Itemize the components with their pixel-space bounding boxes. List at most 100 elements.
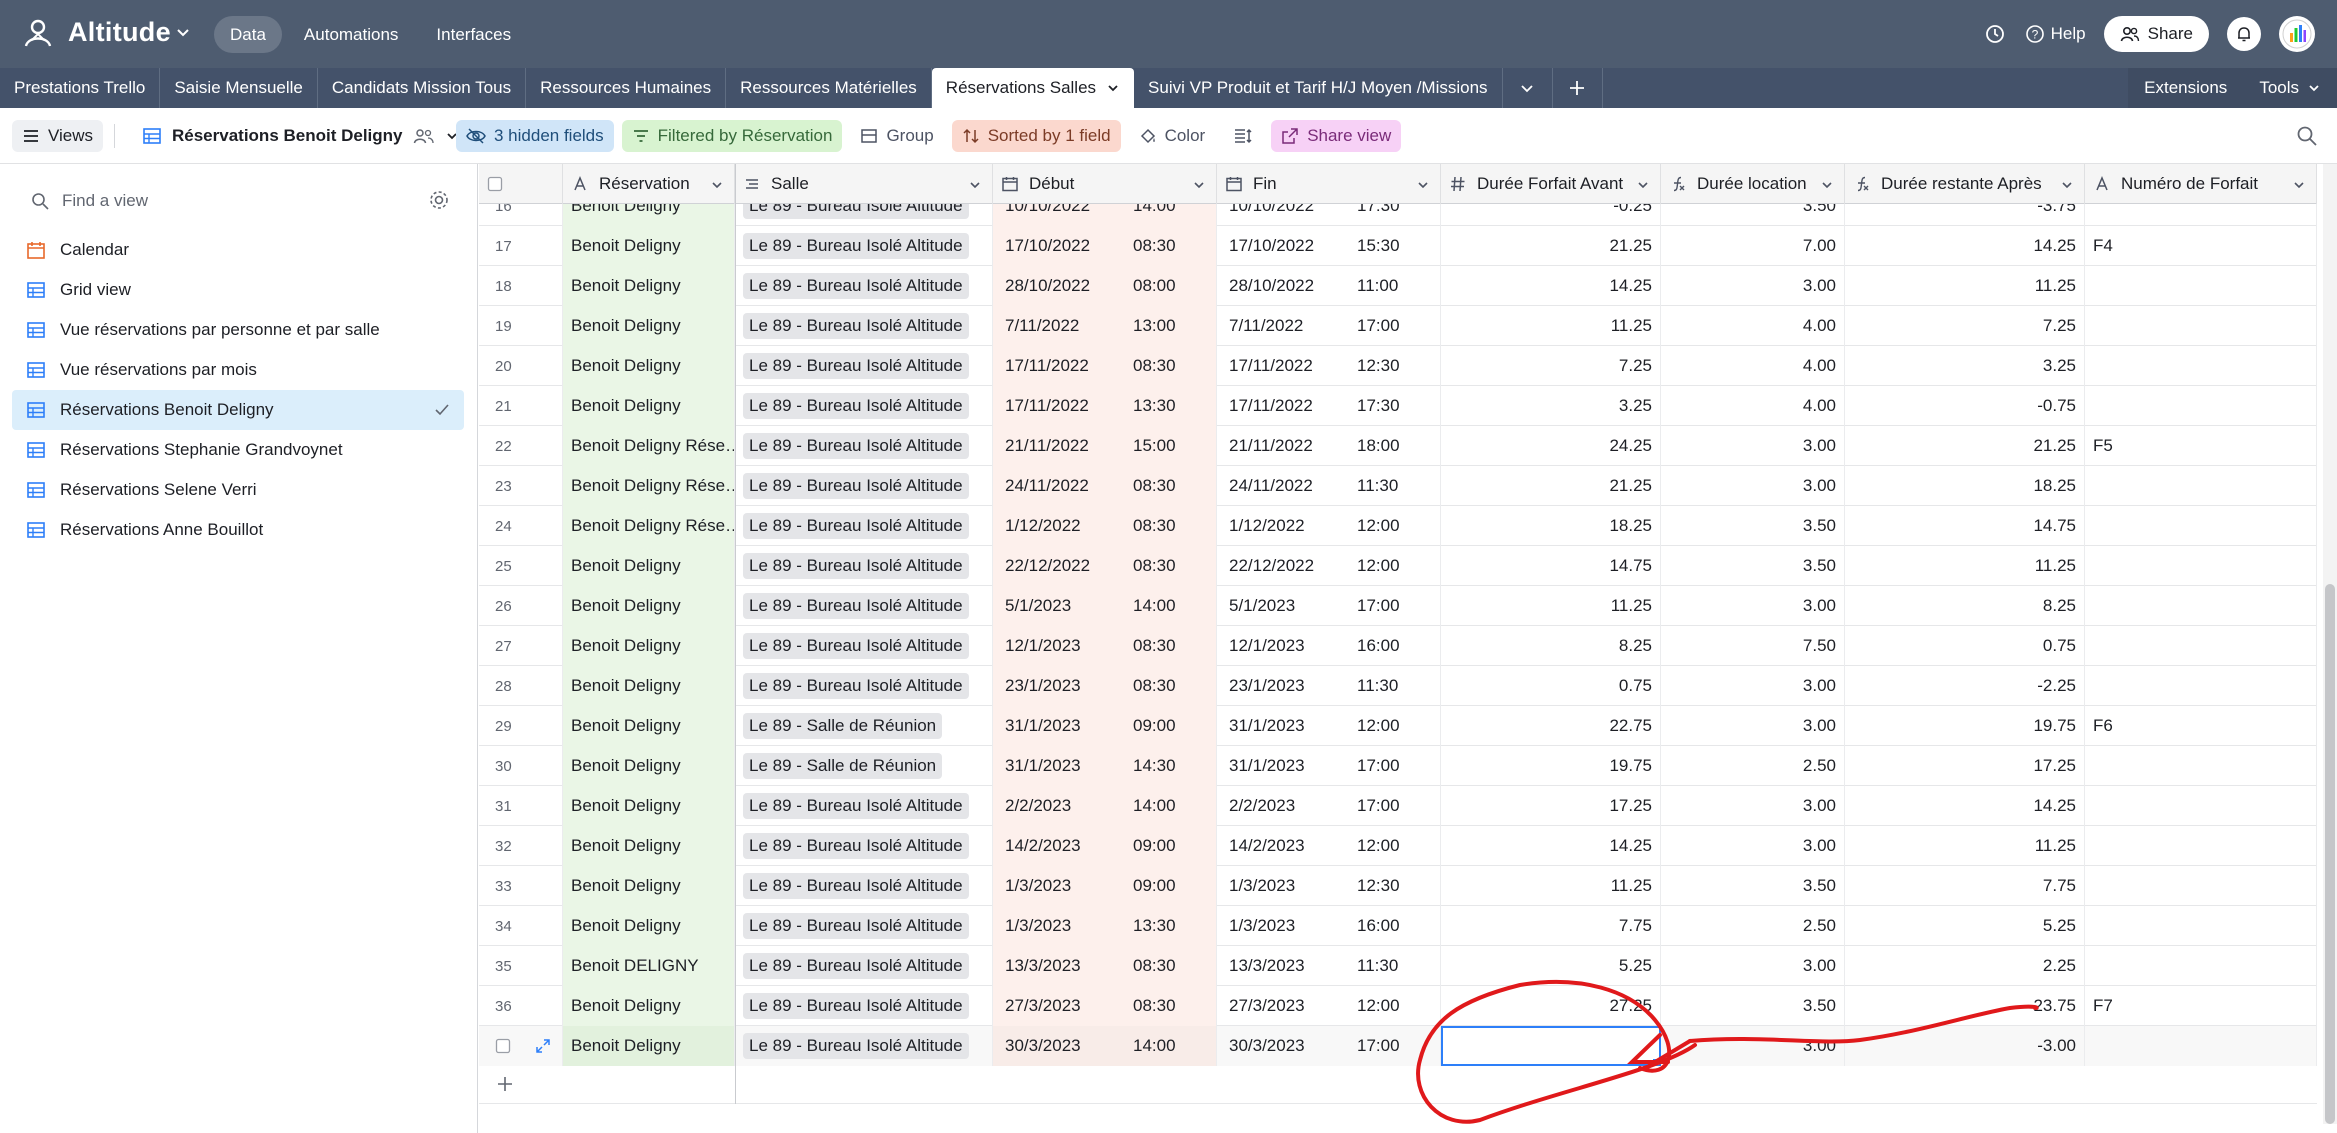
cell-duree-restante-apres[interactable]: 7.25 [1845, 306, 2085, 346]
chevron-down-icon[interactable] [1192, 178, 1206, 192]
search-icon[interactable] [2295, 124, 2319, 148]
cell-fin[interactable]: 13/3/2023 11:30 [1217, 946, 1441, 986]
cell-duree-restante-apres[interactable]: -3.00 [1845, 1026, 2085, 1066]
table-row[interactable]: 29 Benoit Deligny Le 89 - Salle de Réunion… [479, 706, 2317, 746]
cell-fin[interactable]: 21/11/2022 18:00 [1217, 426, 1441, 466]
cell-debut[interactable]: 2/2/2023 14:00 [993, 786, 1217, 826]
cell-reservation[interactable]: Benoit Deligny [563, 346, 735, 386]
cell-reservation[interactable]: Benoit Deligny [563, 1026, 735, 1066]
cell-reservation[interactable]: Benoit Deligny [563, 546, 735, 586]
cell-duree-restante-apres[interactable]: 11.25 [1845, 826, 2085, 866]
cell-duree-location[interactable]: 2.50 [1661, 746, 1845, 786]
cell-duree-forfait-avant[interactable]: 11.25 [1441, 586, 1661, 626]
cell-duree-location[interactable]: 7.50 [1661, 626, 1845, 666]
color-button[interactable]: Color [1129, 120, 1216, 152]
cell-duree-location[interactable]: 3.00 [1661, 1026, 1845, 1066]
nav-interfaces[interactable]: Interfaces [420, 16, 527, 53]
cell-numero-de-forfait[interactable]: F5 [2085, 426, 2317, 466]
cell-fin[interactable]: 10/10/2022 17:30 [1217, 204, 1441, 226]
cell-debut[interactable]: 22/12/2022 08:30 [993, 546, 1217, 586]
cell-duree-forfait-avant[interactable]: 7.25 [1441, 346, 1661, 386]
linked-record-chip[interactable]: Le 89 - Bureau Isolé Altitude [743, 273, 969, 299]
linked-record-chip[interactable]: Le 89 - Bureau Isolé Altitude [743, 633, 969, 659]
table-row[interactable]: 20 Benoit Deligny Le 89 - Bureau Isolé Alt… [479, 346, 2317, 386]
cell-duree-location[interactable]: 3.00 [1661, 586, 1845, 626]
cell-duree-forfait-avant[interactable]: 11.25 [1441, 306, 1661, 346]
table-row[interactable]: 19 Benoit Deligny Le 89 - Bureau Isolé Alt… [479, 306, 2317, 346]
cell-salle[interactable]: Le 89 - Bureau Isolé Altitude [735, 626, 993, 666]
group-button[interactable]: Group [850, 120, 943, 152]
chevron-down-icon[interactable] [968, 178, 982, 192]
history-icon[interactable] [1983, 22, 2007, 46]
chevron-down-icon[interactable] [174, 23, 192, 41]
row-checkbox[interactable] [495, 1038, 511, 1054]
cell-fin[interactable]: 14/2/2023 12:00 [1217, 826, 1441, 866]
table-row[interactable]: 27 Benoit Deligny Le 89 - Bureau Isolé Alt… [479, 626, 2317, 666]
linked-record-chip[interactable]: Le 89 - Bureau Isolé Altitude [743, 313, 969, 339]
cell-duree-restante-apres[interactable]: 0.75 [1845, 626, 2085, 666]
table-row[interactable]: 32 Benoit Deligny Le 89 - Bureau Isolé Alt… [479, 826, 2317, 866]
linked-record-chip[interactable]: Le 89 - Bureau Isolé Altitude [743, 553, 969, 579]
linked-record-chip[interactable]: Le 89 - Bureau Isolé Altitude [743, 873, 969, 899]
cell-duree-forfait-avant[interactable]: 11.25 [1441, 866, 1661, 906]
cell-numero-de-forfait[interactable] [2085, 946, 2317, 986]
cell-duree-forfait-avant[interactable]: 3.25 [1441, 386, 1661, 426]
linked-record-chip[interactable]: Le 89 - Bureau Isolé Altitude [743, 393, 969, 419]
tab-saisie-mensuelle[interactable]: Saisie Mensuelle [160, 68, 318, 108]
linked-record-chip[interactable]: Le 89 - Bureau Isolé Altitude [743, 473, 969, 499]
chevron-down-icon[interactable] [1636, 178, 1650, 192]
cell-salle[interactable]: Le 89 - Salle de Réunion [735, 706, 993, 746]
cell-duree-forfait-avant[interactable]: 17.25 [1441, 786, 1661, 826]
cell-debut[interactable]: 17/11/2022 13:30 [993, 386, 1217, 426]
cell-numero-de-forfait[interactable] [2085, 346, 2317, 386]
cell-duree-restante-apres[interactable]: 17.25 [1845, 746, 2085, 786]
table-row[interactable]: Benoit Deligny Le 89 - Bureau Isolé Altit… [479, 1026, 2317, 1066]
cell-numero-de-forfait[interactable] [2085, 786, 2317, 826]
cell-reservation[interactable]: Benoit Deligny [563, 266, 735, 306]
cell-reservation[interactable]: Benoit Deligny [563, 786, 735, 826]
linked-record-chip[interactable]: Le 89 - Bureau Isolé Altitude [743, 673, 969, 699]
chevron-down-icon[interactable] [2060, 178, 2074, 192]
cell-numero-de-forfait[interactable] [2085, 746, 2317, 786]
extensions-button[interactable]: Extensions [2128, 68, 2243, 108]
view-item-anne-bouillot[interactable]: Réservations Anne Bouillot [12, 510, 464, 550]
base-name[interactable]: Altitude [68, 17, 171, 48]
cell-salle[interactable]: Le 89 - Bureau Isolé Altitude [735, 666, 993, 706]
cell-numero-de-forfait[interactable]: F6 [2085, 706, 2317, 746]
cell-duree-forfait-avant[interactable]: 14.75 [1441, 546, 1661, 586]
linked-record-chip[interactable]: Le 89 - Bureau Isolé Altitude [743, 353, 969, 379]
cell-debut[interactable]: 12/1/2023 08:30 [993, 626, 1217, 666]
cell-duree-restante-apres[interactable]: 14.75 [1845, 506, 2085, 546]
nav-data[interactable]: Data [214, 16, 282, 53]
cell-duree-forfait-avant[interactable]: 21.25 [1441, 466, 1661, 506]
cell-debut[interactable]: 14/2/2023 09:00 [993, 826, 1217, 866]
cell-debut[interactable]: 13/3/2023 08:30 [993, 946, 1217, 986]
cell-reservation[interactable]: Benoit Deligny [563, 306, 735, 346]
tab-suivi-vp-produit[interactable]: Suivi VP Produit et Tarif H/J Moyen /Mis… [1134, 68, 1503, 108]
cell-numero-de-forfait[interactable] [2085, 266, 2317, 306]
cell-duree-location[interactable]: 3.50 [1661, 986, 1845, 1026]
column-header-reservation[interactable]: Réservation [563, 164, 735, 204]
user-avatar[interactable] [2279, 16, 2315, 52]
view-item-selene-verri[interactable]: Réservations Selene Verri [12, 470, 464, 510]
cell-fin[interactable]: 31/1/2023 17:00 [1217, 746, 1441, 786]
cell-numero-de-forfait[interactable] [2085, 204, 2317, 226]
table-row[interactable]: 18 Benoit Deligny Le 89 - Bureau Isolé Alt… [479, 266, 2317, 306]
cell-debut[interactable]: 10/10/2022 14:00 [993, 204, 1217, 226]
select-all-checkbox[interactable] [487, 176, 503, 192]
cell-debut[interactable]: 5/1/2023 14:00 [993, 586, 1217, 626]
table-row[interactable]: 16 Benoit Deligny Le 89 - Bureau Isolé Alt… [479, 204, 2317, 226]
cell-salle[interactable]: Le 89 - Bureau Isolé Altitude [735, 204, 993, 226]
tab-ressources-humaines[interactable]: Ressources Humaines [526, 68, 727, 108]
cell-fin[interactable]: 23/1/2023 11:30 [1217, 666, 1441, 706]
cell-fin[interactable]: 17/10/2022 15:30 [1217, 226, 1441, 266]
cell-debut[interactable]: 28/10/2022 08:00 [993, 266, 1217, 306]
share-view-button[interactable]: Share view [1271, 120, 1402, 152]
cell-duree-location[interactable]: 3.00 [1661, 426, 1845, 466]
expand-record-icon[interactable] [535, 1038, 551, 1054]
cell-salle[interactable]: Le 89 - Bureau Isolé Altitude [735, 826, 993, 866]
cell-numero-de-forfait[interactable] [2085, 866, 2317, 906]
cell-duree-location[interactable]: 3.50 [1661, 204, 1845, 226]
cell-duree-location[interactable]: 3.00 [1661, 826, 1845, 866]
table-row[interactable]: 30 Benoit Deligny Le 89 - Salle de Réunion… [479, 746, 2317, 786]
